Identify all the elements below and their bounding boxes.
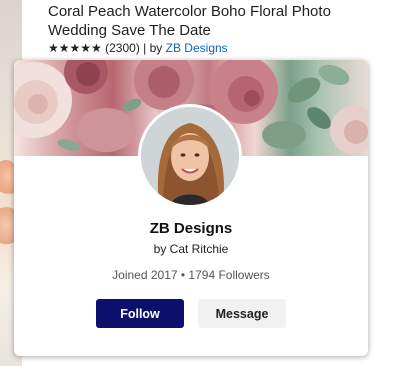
rating-line: ★★★★★ (2300) | by ZB Designs <box>48 41 228 55</box>
store-stats: Joined 2017 • 1794 Followers <box>112 268 270 282</box>
owner-byline: by Cat Ritchie <box>153 242 229 256</box>
store-link[interactable]: ZB Designs <box>166 41 228 55</box>
review-count[interactable]: (2300) <box>105 41 140 55</box>
avatar-photo <box>141 107 239 205</box>
store-hover-card: ZB Designs by Cat Ritchie Joined 2017 • … <box>14 60 368 356</box>
avatar[interactable] <box>138 104 242 208</box>
follow-button[interactable]: Follow <box>96 299 184 328</box>
store-name[interactable]: ZB Designs <box>14 220 368 237</box>
message-button[interactable]: Message <box>198 299 286 328</box>
product-title[interactable]: Coral Peach Watercolor Boho Floral Photo… <box>48 2 388 40</box>
rating-stars: ★★★★★ <box>48 41 102 55</box>
by-separator: | by <box>143 41 163 55</box>
